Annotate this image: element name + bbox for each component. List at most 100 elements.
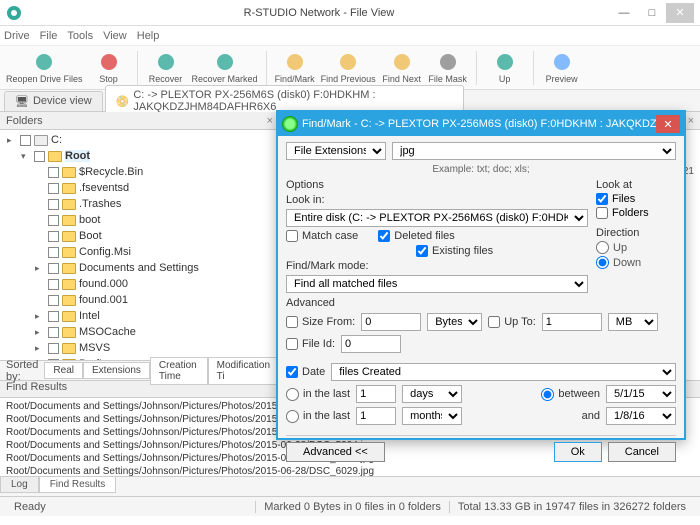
- match-case-checkbox[interactable]: [286, 230, 298, 242]
- checkbox[interactable]: [48, 343, 59, 354]
- in-last-months-radio[interactable]: [286, 410, 299, 423]
- size-from-input[interactable]: [361, 313, 421, 331]
- size-unit-select[interactable]: Bytes: [427, 313, 482, 331]
- folder-tree[interactable]: ▸C:▾Root$Recycle.Bin.fseventsd.Trashesbo…: [0, 130, 279, 360]
- tree-item[interactable]: found.000: [4, 276, 275, 292]
- ok-button[interactable]: Ok: [554, 442, 602, 462]
- tree-item[interactable]: found.001: [4, 292, 275, 308]
- checkbox[interactable]: [48, 167, 59, 178]
- file-id-input[interactable]: [341, 335, 401, 353]
- sort-extensions[interactable]: Extensions: [83, 362, 150, 379]
- in-last-months-input[interactable]: [356, 407, 396, 425]
- checkbox[interactable]: [48, 247, 59, 258]
- deleted-files-checkbox[interactable]: [378, 230, 390, 242]
- maximize-button[interactable]: □: [638, 3, 666, 23]
- date-mode-select[interactable]: files Created: [331, 363, 676, 381]
- checkbox[interactable]: [48, 183, 59, 194]
- find-next-button[interactable]: Find Next: [382, 52, 422, 84]
- tree-item[interactable]: ▸Documents and Settings: [4, 260, 275, 276]
- close-icon[interactable]: ×: [688, 115, 694, 127]
- expand-icon[interactable]: ▸: [35, 327, 45, 338]
- tab-device-view[interactable]: 🖥 Device view: [4, 91, 103, 111]
- date-from-select[interactable]: 5/1/15: [606, 385, 676, 403]
- cancel-button[interactable]: Cancel: [608, 442, 676, 462]
- menu-drive[interactable]: Drive: [4, 30, 30, 42]
- minimize-button[interactable]: —: [610, 3, 638, 23]
- file-extensions-select[interactable]: File Extensions:: [286, 142, 386, 160]
- sort-real[interactable]: Real: [44, 362, 83, 379]
- tree-item[interactable]: ▸C:: [4, 132, 275, 148]
- tree-item[interactable]: $Recycle.Bin: [4, 164, 275, 180]
- dialog-close-button[interactable]: ✕: [656, 115, 680, 133]
- recover-button[interactable]: Recover: [146, 52, 186, 84]
- stop-button[interactable]: Stop: [89, 52, 129, 84]
- find-prev-button[interactable]: Find Previous: [321, 52, 376, 84]
- files-checkbox[interactable]: [596, 193, 608, 205]
- file-mask-button[interactable]: File Mask: [428, 52, 468, 84]
- expand-icon[interactable]: ▾: [21, 151, 31, 162]
- findmark-mode-select[interactable]: Find all matched files: [286, 275, 588, 293]
- size-from-checkbox[interactable]: [286, 316, 298, 328]
- close-icon[interactable]: ×: [267, 115, 273, 127]
- checkbox[interactable]: [48, 263, 59, 274]
- between-radio[interactable]: [541, 388, 554, 401]
- checkbox[interactable]: [48, 279, 59, 290]
- tab-find-results[interactable]: Find Results: [39, 477, 117, 493]
- checkbox[interactable]: [48, 311, 59, 322]
- tree-item[interactable]: boot: [4, 212, 275, 228]
- menu-help[interactable]: Help: [137, 30, 160, 42]
- checkbox[interactable]: [48, 199, 59, 210]
- ext-value-select[interactable]: jpg: [392, 142, 676, 160]
- months-select[interactable]: months: [402, 407, 462, 425]
- up-button[interactable]: Up: [485, 52, 525, 84]
- in-last-days-radio[interactable]: [286, 388, 299, 401]
- up-to-unit-select[interactable]: MB: [608, 313, 658, 331]
- menu-file[interactable]: File: [40, 30, 58, 42]
- existing-files-checkbox[interactable]: [416, 245, 428, 257]
- menu-tools[interactable]: Tools: [67, 30, 93, 42]
- folders-checkbox[interactable]: [596, 207, 608, 219]
- menu-view[interactable]: View: [103, 30, 127, 42]
- days-select[interactable]: days: [402, 385, 462, 403]
- tree-item[interactable]: Config.Msi: [4, 244, 275, 260]
- tree-item[interactable]: ▾Root: [4, 148, 275, 164]
- sort-modification[interactable]: Modification Ti: [208, 357, 279, 385]
- close-button[interactable]: ✕: [666, 3, 694, 23]
- date-to-select[interactable]: 1/8/16: [606, 407, 676, 425]
- find-mark-button[interactable]: Find/Mark: [275, 52, 315, 84]
- expand-icon[interactable]: ▸: [35, 311, 45, 322]
- stop-icon: [99, 52, 119, 72]
- app-icon: [6, 5, 22, 21]
- recover-marked-button[interactable]: Recover Marked: [192, 52, 258, 84]
- file-id-checkbox[interactable]: [286, 338, 298, 350]
- tree-item[interactable]: Boot: [4, 228, 275, 244]
- look-in-select[interactable]: Entire disk (C: -> PLEXTOR PX-256M6S (di…: [286, 209, 588, 227]
- advanced-toggle-button[interactable]: Advanced <<: [286, 442, 385, 462]
- down-radio[interactable]: [596, 256, 609, 269]
- folder-icon: [34, 135, 48, 146]
- up-to-checkbox[interactable]: [488, 316, 500, 328]
- tree-item[interactable]: ▸Intel: [4, 308, 275, 324]
- expand-icon[interactable]: ▸: [7, 135, 17, 146]
- reopen-icon: [34, 52, 54, 72]
- up-radio[interactable]: [596, 241, 609, 254]
- checkbox[interactable]: [20, 135, 31, 146]
- reopen-button[interactable]: Reopen Drive Files: [6, 52, 83, 84]
- tree-item[interactable]: .fseventsd: [4, 180, 275, 196]
- checkbox[interactable]: [34, 151, 45, 162]
- tree-item[interactable]: .Trashes: [4, 196, 275, 212]
- checkbox[interactable]: [48, 231, 59, 242]
- up-to-input[interactable]: [542, 313, 602, 331]
- preview-button[interactable]: Preview: [542, 52, 582, 84]
- checkbox[interactable]: [48, 295, 59, 306]
- tab-log[interactable]: Log: [0, 477, 39, 493]
- tree-item[interactable]: ▸MSVS: [4, 340, 275, 356]
- tree-item[interactable]: ▸MSOCache: [4, 324, 275, 340]
- expand-icon[interactable]: ▸: [35, 343, 45, 354]
- expand-icon[interactable]: ▸: [35, 263, 45, 274]
- checkbox[interactable]: [48, 327, 59, 338]
- sort-creation[interactable]: Creation Time: [150, 357, 208, 385]
- date-checkbox[interactable]: [286, 366, 298, 378]
- checkbox[interactable]: [48, 215, 59, 226]
- in-last-days-input[interactable]: [356, 385, 396, 403]
